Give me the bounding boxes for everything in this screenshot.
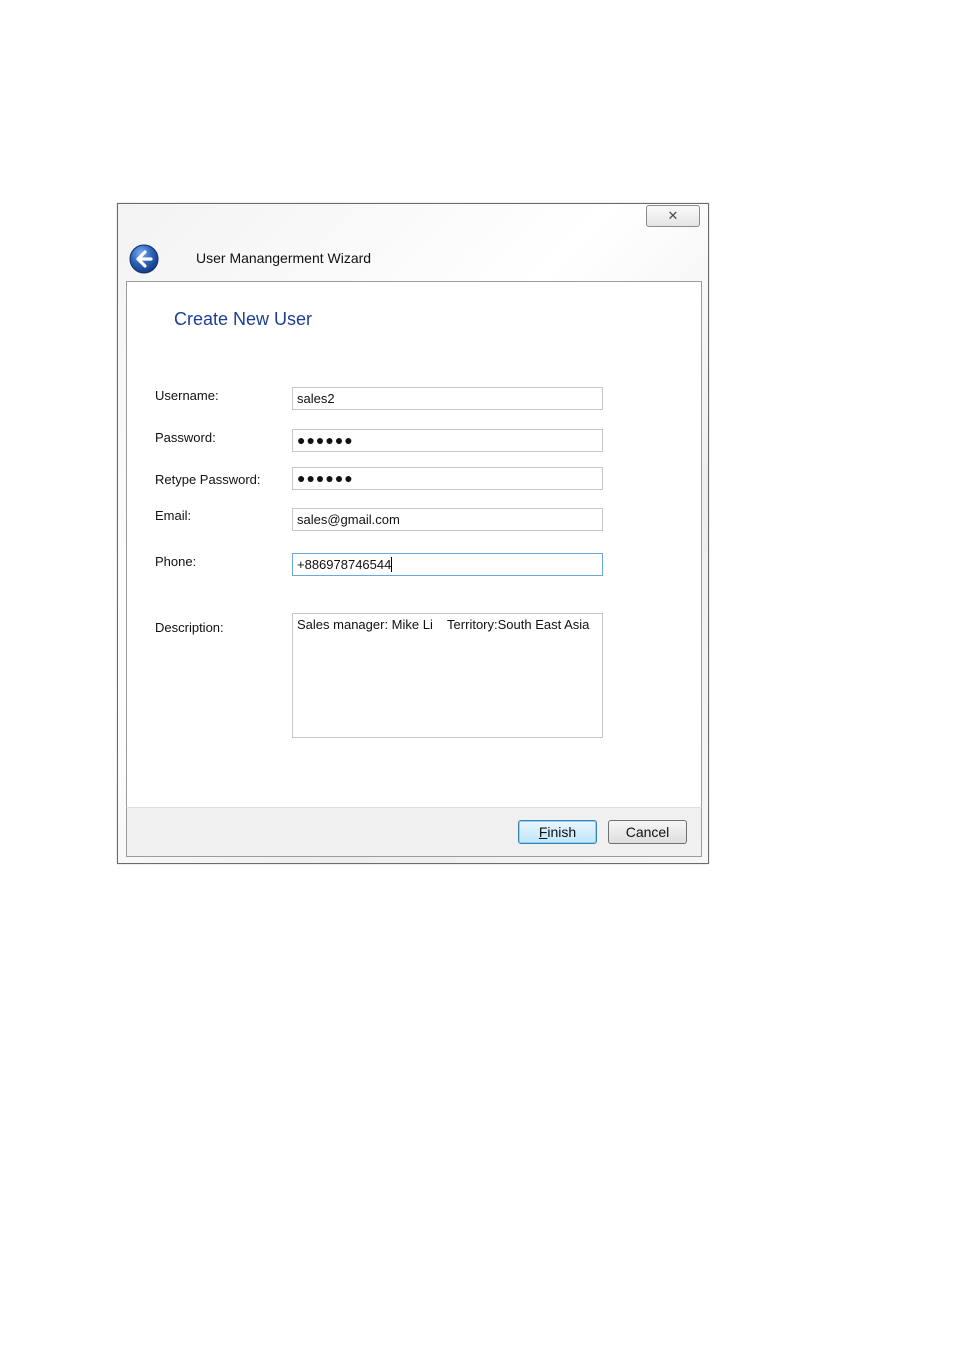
finish-mnemonic: F — [538, 824, 548, 840]
page-heading: Create New User — [174, 309, 313, 329]
back-arrow-icon — [129, 244, 159, 274]
back-button[interactable] — [129, 244, 159, 274]
password-label: Password: — [155, 430, 216, 445]
phone-value: +886978746544 — [297, 557, 392, 572]
text-caret — [391, 557, 393, 572]
wizard-window: ✕ User Manangerment Wizard Create New Us… — [117, 203, 709, 864]
close-button[interactable]: ✕ — [646, 205, 700, 227]
finish-button[interactable]: Finish — [518, 820, 597, 844]
email-input[interactable]: sales@gmail.com — [292, 508, 603, 531]
retype-password-label: Retype Password: — [155, 472, 261, 487]
wizard-footer: Finish Cancel — [126, 807, 702, 857]
password-input[interactable]: ●●●●●● — [292, 429, 603, 452]
username-label: Username: — [155, 388, 219, 403]
phone-label: Phone: — [155, 554, 197, 569]
finish-label: inish — [547, 824, 577, 840]
phone-input[interactable]: +886978746544 — [292, 553, 603, 576]
username-input[interactable]: sales2 — [292, 387, 603, 410]
close-icon: ✕ — [667, 208, 679, 224]
email-label: Email: — [155, 508, 192, 523]
wizard-title: User Manangerment Wizard — [196, 250, 372, 266]
cancel-button[interactable]: Cancel — [608, 820, 687, 844]
description-textarea[interactable]: Sales manager: Mike Li Territory:South E… — [292, 613, 603, 738]
retype-password-input[interactable]: ●●●●●● — [292, 467, 603, 490]
description-label: Description: — [155, 620, 224, 635]
wizard-content: Create New User Username: sales2 Passwor… — [126, 281, 702, 807]
